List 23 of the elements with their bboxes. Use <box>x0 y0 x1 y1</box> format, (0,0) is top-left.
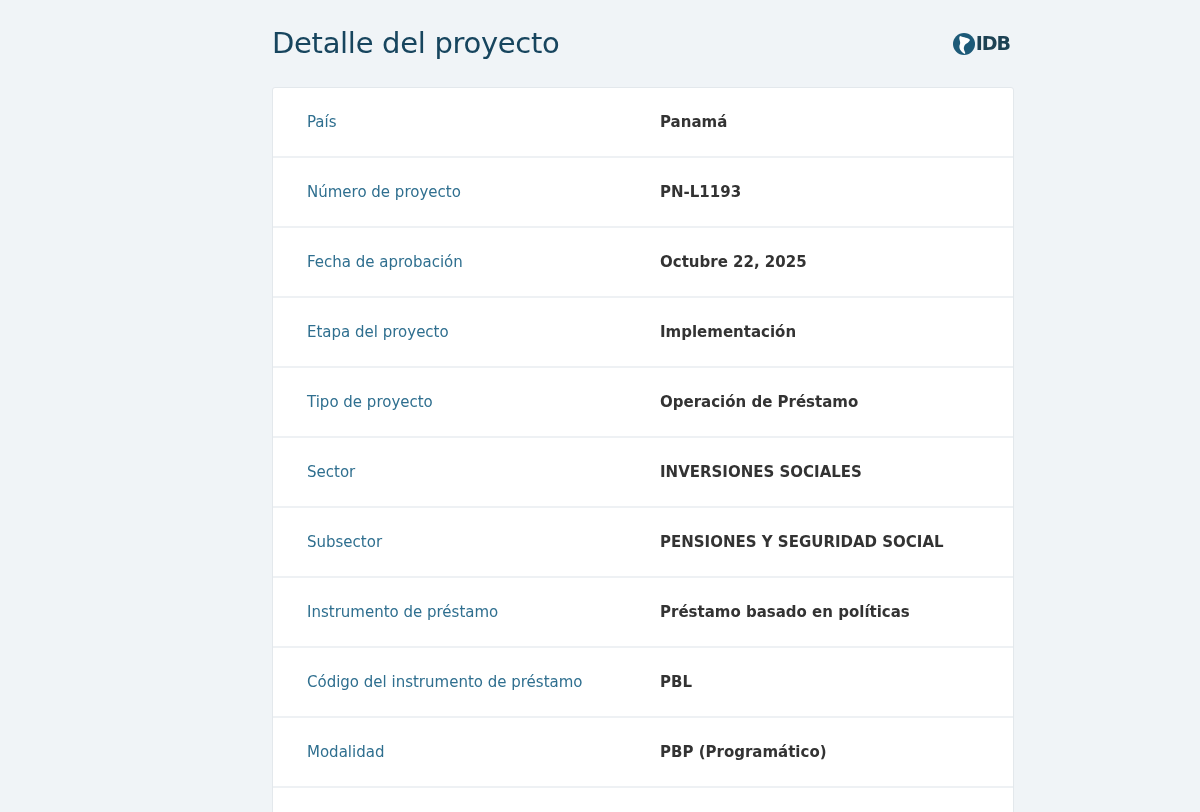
page-title: Detalle del proyecto <box>272 26 560 61</box>
detail-value: Octubre 22, 2025 <box>660 251 807 273</box>
detail-value: Implementación <box>660 321 797 343</box>
detail-value: Panamá <box>660 111 728 133</box>
detail-value: INVERSIONES SOCIALES <box>660 461 862 483</box>
detail-label: Número de proyecto <box>307 181 462 203</box>
detail-value: PBP (Programático) <box>660 741 827 763</box>
detail-label: País <box>307 111 338 133</box>
detail-value: PBL <box>660 671 692 693</box>
detail-value: PENSIONES Y SEGURIDAD SOCIAL <box>660 531 944 553</box>
detail-value: Operación de Préstamo <box>660 391 859 413</box>
detail-label: Código del instrumento de préstamo <box>307 671 584 693</box>
detail-label: Subsector <box>307 531 384 553</box>
detail-value: PN-L1193 <box>660 181 742 203</box>
detail-label: Modalidad <box>307 741 386 763</box>
detail-label: Etapa del proyecto <box>307 321 450 343</box>
logo-text: IDB <box>975 31 1010 57</box>
detail-label: Sector <box>307 461 357 483</box>
detail-label: Fecha de aprobación <box>307 251 464 273</box>
detail-label: Instrumento de préstamo <box>307 601 500 623</box>
detail-value: Préstamo basado en políticas <box>660 601 910 623</box>
detail-label: Tipo de proyecto <box>307 391 434 413</box>
globe-logo-icon <box>951 31 976 56</box>
